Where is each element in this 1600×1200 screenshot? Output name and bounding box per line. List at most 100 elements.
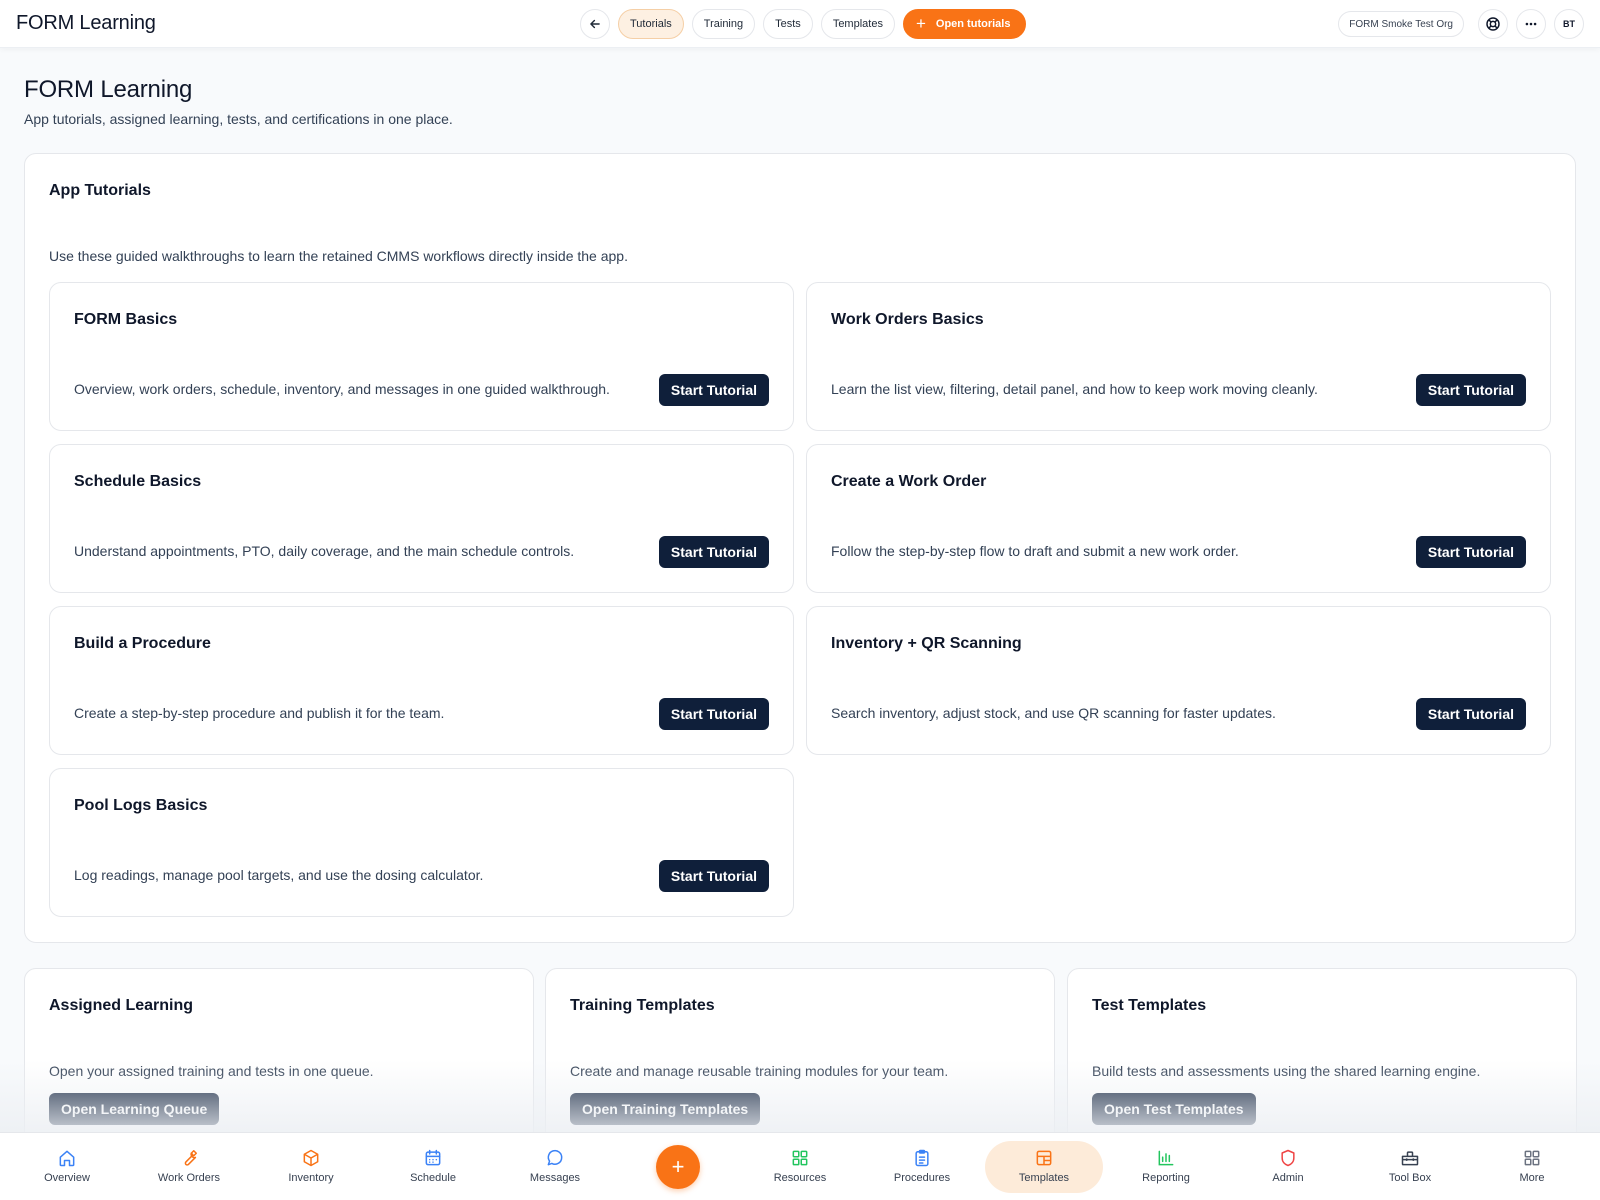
open-learning-queue-button[interactable]: Open Learning Queue [49,1093,220,1125]
start-tutorial-button[interactable]: Start Tutorial [658,860,769,892]
start-tutorial-button[interactable]: Start Tutorial [658,374,769,406]
tutorial-card-schedule-basics: Schedule Basics Understand appointments,… [49,444,794,593]
tutorial-card-form-basics: FORM Basics Overview, work orders, sched… [49,282,794,431]
back-button[interactable] [580,9,610,39]
package-icon [303,1149,319,1167]
more-button[interactable] [1516,9,1546,39]
start-tutorial-button[interactable]: Start Tutorial [658,698,769,730]
nav-label: Templates [1018,1172,1070,1184]
nav-label: Procedures [893,1172,951,1184]
top-nav: Tutorials Training Tests Templates + Ope… [580,9,1027,39]
nav-label: Messages [529,1172,581,1184]
nav-label: Work Orders [157,1172,221,1184]
start-tutorial-button[interactable]: Start Tutorial [1415,374,1526,406]
grid-more-icon [1524,1150,1540,1166]
start-tutorial-button[interactable]: Start Tutorial [1415,698,1526,730]
nav-label: Reporting [1142,1172,1190,1184]
app-tutorials-description: Use these guided walkthroughs to learn t… [49,248,628,264]
tab-tutorials[interactable]: Tutorials [618,9,684,39]
calendar-icon [425,1149,441,1166]
nav-label: Admin [1272,1172,1304,1184]
nav-label: Tool Box [1388,1172,1432,1184]
plus-icon: + [671,1154,685,1179]
open-tutorials-label: Open tutorials [935,18,1011,30]
nav-admin[interactable]: Admin [1232,1141,1344,1193]
message-circle-icon [547,1149,563,1166]
bottom-nav: Overview Work Orders Inventory Schedule … [0,1132,1600,1200]
assigned-learning-title: Assigned Learning [49,997,194,1014]
tab-templates[interactable]: Templates [820,9,895,39]
tutorial-title: Schedule Basics [74,473,202,490]
avatar[interactable]: BT [1554,9,1584,39]
nav-reporting[interactable]: Reporting [1110,1141,1222,1193]
tutorial-description: Log readings, manage pool targets, and u… [74,867,484,883]
shield-icon [1281,1149,1295,1167]
plus-icon: + [915,14,926,33]
clipboard-icon [915,1149,929,1167]
tutorial-title: Pool Logs Basics [74,797,208,814]
tab-tests[interactable]: Tests [763,9,813,39]
start-tutorial-button[interactable]: Start Tutorial [1415,536,1526,568]
training-templates-description: Create and manage reusable training modu… [570,1063,949,1079]
assigned-learning-card: Assigned Learning Open your assigned tra… [24,968,534,1148]
open-test-templates-button[interactable]: Open Test Templates [1092,1093,1256,1125]
top-bar: FORM Learning Tutorials Training Tests T… [0,0,1600,48]
top-right-controls: FORM Smoke Test Org BT [1338,9,1584,39]
tutorial-card-create-work-order: Create a Work Order Follow the step-by-s… [806,444,1551,593]
page-subtitle: App tutorials, assigned learning, tests,… [24,111,453,127]
nav-templates[interactable]: Templates [985,1141,1103,1193]
training-templates-card: Training Templates Create and manage reu… [545,968,1055,1148]
nav-resources[interactable]: Resources [744,1141,856,1193]
tutorial-card-inventory-qr: Inventory + QR Scanning Search inventory… [806,606,1551,755]
home-icon [59,1150,75,1167]
nav-more[interactable]: More [1476,1141,1588,1193]
bar-chart-icon [1158,1150,1174,1166]
tutorial-card-pool-logs: Pool Logs Basics Log readings, manage po… [49,768,794,917]
nav-label: Overview [44,1172,90,1184]
assigned-learning-description: Open your assigned training and tests in… [49,1063,374,1079]
test-templates-card: Test Templates Build tests and assessmen… [1067,968,1577,1148]
open-tutorials-button[interactable]: + Open tutorials [902,9,1027,39]
tutorial-title: Inventory + QR Scanning [831,635,1022,652]
nav-work-orders[interactable]: Work Orders [133,1141,245,1193]
layout-icon [1036,1150,1052,1166]
tutorial-description: Create a step-by-step procedure and publ… [74,705,445,721]
test-templates-description: Build tests and assessments using the sh… [1092,1063,1481,1079]
open-training-templates-button[interactable]: Open Training Templates [570,1093,761,1125]
org-selector[interactable]: FORM Smoke Test Org [1338,11,1464,37]
nav-messages[interactable]: Messages [499,1141,611,1193]
app-title: FORM Learning [16,12,156,34]
app-tutorials-panel: App Tutorials Use these guided walkthrou… [24,153,1576,943]
tutorial-title: Create a Work Order [831,473,987,490]
nav-tool-box[interactable]: Tool Box [1354,1141,1466,1193]
create-fab-button[interactable]: + [656,1145,700,1189]
tutorial-description: Follow the step-by-step flow to draft an… [831,543,1239,559]
tutorial-description: Learn the list view, filtering, detail p… [831,381,1318,397]
start-tutorial-button[interactable]: Start Tutorial [658,536,769,568]
help-button[interactable] [1478,9,1508,39]
training-templates-title: Training Templates [570,997,715,1014]
nav-label: Schedule [410,1172,456,1184]
tutorial-card-work-orders-basics: Work Orders Basics Learn the list view, … [806,282,1551,431]
tutorial-title: FORM Basics [74,311,178,328]
page-title: FORM Learning [24,76,193,103]
nav-label: More [1519,1172,1545,1184]
nav-inventory[interactable]: Inventory [255,1141,367,1193]
nav-label: Resources [773,1172,827,1184]
nav-schedule[interactable]: Schedule [377,1141,489,1193]
tutorial-card-build-procedure: Build a Procedure Create a step-by-step … [49,606,794,755]
tutorial-title: Work Orders Basics [831,311,984,328]
app-tutorials-title: App Tutorials [49,182,151,199]
lifebuoy-icon [1486,17,1500,31]
tutorial-description: Understand appointments, PTO, daily cove… [74,543,575,559]
nav-procedures[interactable]: Procedures [866,1141,978,1193]
tab-training[interactable]: Training [691,9,756,39]
tutorial-description: Search inventory, adjust stock, and use … [831,705,1276,721]
test-templates-title: Test Templates [1092,997,1207,1014]
toolbox-icon [1401,1151,1419,1166]
more-horizontal-icon [1525,22,1537,26]
grid-icon [792,1150,808,1166]
tutorial-title: Build a Procedure [74,635,211,652]
nav-overview[interactable]: Overview [11,1141,123,1193]
nav-label: Inventory [288,1172,334,1184]
